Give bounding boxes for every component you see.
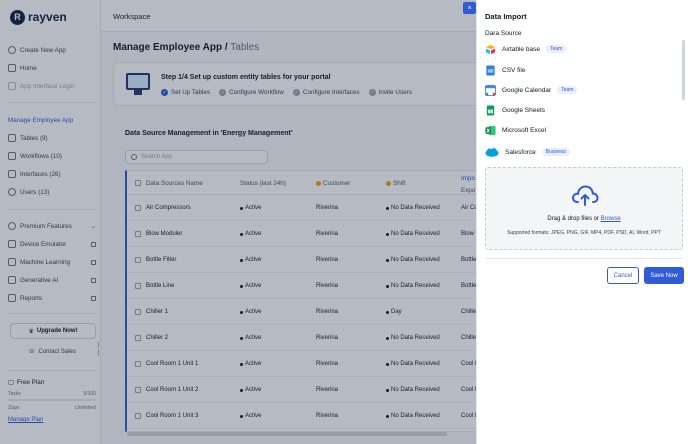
- panel-title: Data Import: [485, 12, 527, 21]
- airtable-icon: [485, 44, 496, 54]
- close-icon: ×: [467, 4, 472, 12]
- csv-icon: [486, 64, 495, 76]
- modal-backdrop[interactable]: [0, 0, 476, 444]
- file-dropzone[interactable]: Drag & drop files or Browse Supported fo…: [485, 167, 683, 250]
- cancel-button[interactable]: Cancel: [607, 267, 639, 284]
- panel-scrollbar[interactable]: [682, 40, 685, 100]
- supported-formats: Supported formats: JPEG, PNG, GIF, MP4, …: [507, 230, 661, 236]
- source-google-sheets[interactable]: Google Sheets: [485, 103, 545, 117]
- source-csv[interactable]: CSV file: [485, 63, 525, 77]
- save-now-button[interactable]: Save Now: [644, 267, 684, 284]
- plan-badge: Team: [557, 86, 578, 94]
- salesforce-icon: [485, 147, 499, 157]
- plan-badge: Business: [541, 148, 571, 156]
- close-modal-button[interactable]: ×: [463, 2, 476, 14]
- browse-link[interactable]: Browse: [601, 216, 621, 222]
- google-sheets-icon: [486, 104, 495, 116]
- data-import-panel: Data Import Dara Source Airtable base Te…: [476, 0, 688, 444]
- google-calendar-icon: [485, 84, 496, 96]
- source-microsoft-excel[interactable]: Microsoft Excel: [485, 123, 546, 137]
- source-label: Google Calendar: [502, 86, 552, 94]
- source-label: CSV file: [502, 66, 526, 74]
- source-google-calendar[interactable]: Google Calendar Team: [485, 83, 578, 97]
- source-label: Microsoft Excel: [502, 126, 547, 134]
- source-airtable[interactable]: Airtable base Team: [485, 42, 567, 56]
- source-label: Google Sheets: [502, 106, 546, 114]
- source-salesforce[interactable]: Salesforce Business: [485, 145, 571, 159]
- dropzone-instruction: Drag & drop files or: [547, 216, 601, 222]
- panel-divider: [485, 258, 683, 259]
- dropzone-text: Drag & drop files or Browse: [486, 216, 682, 222]
- source-label: Airtable base: [502, 45, 540, 53]
- source-label: Salesforce: [505, 148, 536, 156]
- data-source-section-title: Dara Source: [485, 30, 522, 37]
- cloud-upload-icon: [571, 185, 599, 206]
- excel-icon: [485, 125, 496, 135]
- plan-badge: Team: [545, 45, 567, 53]
